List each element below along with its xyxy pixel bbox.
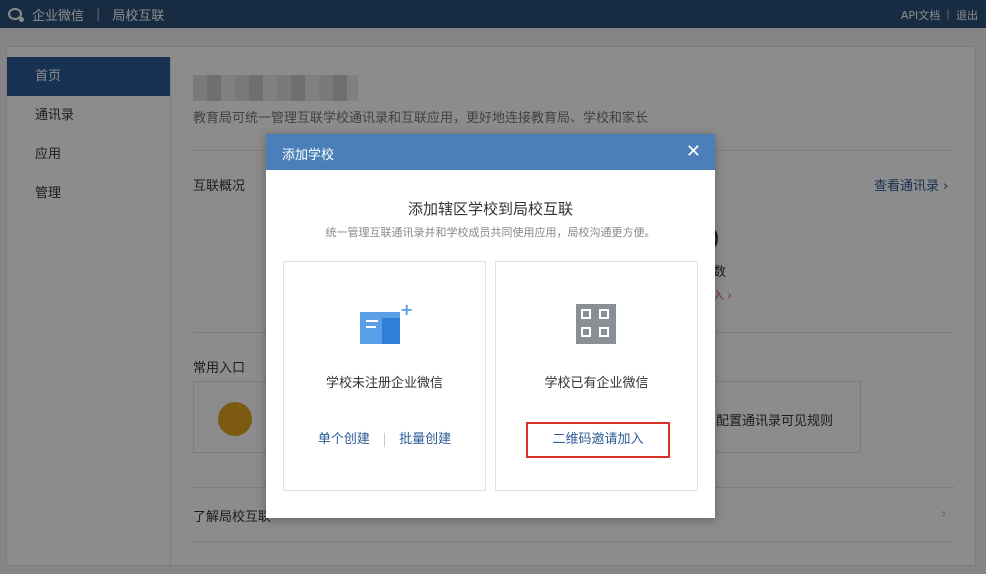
registered-school-card: 学校已有企业微信 二维码邀请加入 [495, 261, 698, 491]
add-school-icon: + [360, 300, 413, 346]
add-school-modal: 添加学校 ✕ 添加辖区学校到局校互联 统一管理互联通讯录并和学校成员共同使用应用… [266, 134, 715, 518]
qr-invite-button[interactable]: 二维码邀请加入 [526, 422, 670, 458]
batch-create-link[interactable]: 批量创建 [399, 432, 451, 447]
qr-code-icon [576, 304, 616, 344]
action-divider [384, 432, 385, 447]
modal-header: 添加学校 ✕ [266, 134, 715, 170]
modal-subheading: 统一管理互联通讯录并和学校成员共同使用应用，局校沟通更方便。 [325, 226, 656, 239]
close-icon[interactable]: ✕ [686, 141, 701, 162]
create-actions: 单个创建 批量创建 [284, 428, 485, 447]
card-label: 学校未注册企业微信 [325, 376, 443, 391]
modal-heading: 添加辖区学校到局校互联 [407, 200, 573, 218]
single-create-link[interactable]: 单个创建 [318, 432, 370, 447]
unregistered-school-card: + 学校未注册企业微信 单个创建 批量创建 [283, 261, 486, 491]
card-label: 学校已有企业微信 [544, 376, 649, 391]
modal-title: 添加学校 [282, 148, 335, 163]
